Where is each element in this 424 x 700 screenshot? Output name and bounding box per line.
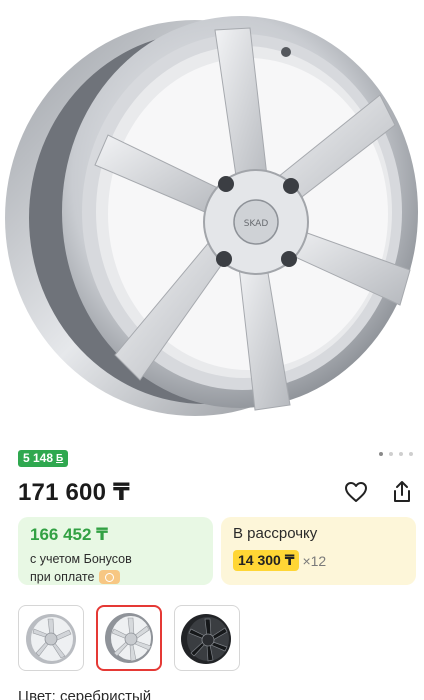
share-icon bbox=[394, 481, 410, 502]
installment-row: 14 300 ₸ ×12 bbox=[233, 550, 404, 571]
gallery-pagination bbox=[379, 452, 413, 456]
bonus-note-line2-row: при оплате bbox=[30, 568, 201, 586]
bonus-price: 166 452 ₸ bbox=[30, 525, 109, 544]
gallery-dot bbox=[409, 452, 413, 456]
thumbnail-silver-2-selected[interactable] bbox=[96, 605, 162, 671]
kaspi-pay-icon bbox=[99, 570, 121, 584]
installment-months: ×12 bbox=[302, 552, 327, 569]
bonus-symbol: Б bbox=[56, 453, 64, 464]
wheel-image: SKAD bbox=[5, 16, 418, 416]
bonus-note-line2: при оплате bbox=[30, 570, 95, 584]
gallery-dot bbox=[389, 452, 393, 456]
product-image[interactable]: SKAD bbox=[0, 0, 424, 440]
product-price: 171 600 ₸ bbox=[18, 479, 130, 506]
color-label: Цвет: серебристый bbox=[18, 688, 152, 700]
heart-icon bbox=[345, 482, 367, 502]
svg-text:SKAD: SKAD bbox=[244, 219, 269, 229]
thumbnail-black[interactable] bbox=[174, 605, 240, 671]
installment-title: В рассрочку bbox=[233, 525, 318, 542]
bonus-note: с учетом Бонусов при оплате bbox=[30, 550, 201, 586]
installment-amount: 14 300 ₸ bbox=[233, 550, 300, 571]
bonus-badge: 5 148 Б bbox=[18, 450, 69, 467]
share-button[interactable] bbox=[388, 478, 416, 506]
thumbnail-silver-1[interactable] bbox=[18, 605, 84, 671]
wheel-thumbnail bbox=[181, 614, 231, 664]
gallery-dot bbox=[379, 452, 383, 456]
wheel-thumbnail bbox=[26, 614, 76, 664]
favorite-button[interactable] bbox=[342, 478, 370, 506]
bonus-amount: 5 148 bbox=[23, 451, 54, 465]
bonus-price-card[interactable]: 166 452 ₸ с учетом Бонусов при оплате bbox=[18, 517, 213, 585]
bonus-note-line1: с учетом Бонусов bbox=[30, 552, 132, 566]
installment-card[interactable]: В рассрочку 14 300 ₸ ×12 bbox=[221, 517, 416, 585]
wheel-thumbnail bbox=[105, 613, 153, 663]
gallery-dot bbox=[399, 452, 403, 456]
